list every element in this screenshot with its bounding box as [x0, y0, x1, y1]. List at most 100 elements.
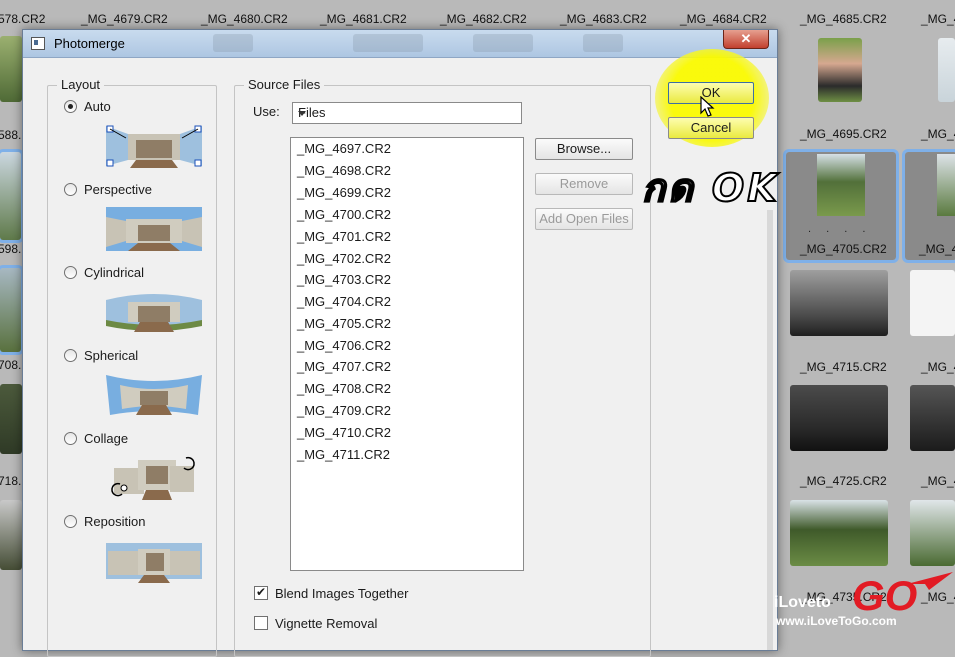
- paper-plane-icon: [907, 572, 953, 590]
- source-files-legend: Source Files: [244, 77, 325, 92]
- use-dropdown[interactable]: Files: [292, 102, 522, 124]
- thumb-label: _MG_4684.CR2: [680, 12, 767, 26]
- title-bar-reflection: [353, 34, 423, 52]
- collage-layout-preview-icon: [111, 456, 195, 500]
- thumb-label: _MG_4682.CR2: [440, 12, 527, 26]
- vignette-removal-checkbox[interactable]: Vignette Removal: [254, 614, 377, 632]
- layout-option-label: Collage: [84, 430, 129, 446]
- title-bar-reflection: [473, 34, 533, 52]
- thumb-label: _MG_4725.CR2: [800, 474, 887, 488]
- thumb-label: _MG_4: [921, 474, 955, 488]
- radio[interactable]: [64, 265, 77, 279]
- thumb-label: _MG_4681.CR2: [320, 12, 407, 26]
- window-icon: [31, 37, 45, 50]
- radio[interactable]: [64, 431, 77, 445]
- thumb-label: _MG_4683.CR2: [560, 12, 647, 26]
- cancel-button[interactable]: Cancel: [668, 117, 754, 139]
- blend-images-checkbox[interactable]: ✔ Blend Images Together: [254, 584, 408, 602]
- list-item[interactable]: _MG_4709.CR2: [297, 403, 391, 418]
- thumb-label: 598.: [0, 242, 22, 256]
- thumbnail[interactable]: [0, 36, 22, 102]
- layout-group: Layout Auto Perspective Cylindrical Sphe…: [47, 77, 217, 657]
- thumbnail[interactable]: [938, 38, 955, 102]
- thumb-label: _MG_4705.CR2: [800, 242, 887, 256]
- thumb-rating-dots: . . . .: [808, 223, 872, 235]
- watermark: iLoveto GO www.iLoveToGo.com: [772, 570, 955, 637]
- spherical-layout-preview-icon: [106, 375, 202, 415]
- thumbnail[interactable]: [0, 265, 24, 355]
- chevron-down-icon: [298, 111, 306, 116]
- annotation-text: กด OK: [641, 165, 780, 211]
- reposition-layout-preview-icon: [106, 543, 202, 583]
- thumbnail[interactable]: [910, 270, 955, 336]
- watermark-url: www.iLoveToGo.com: [776, 614, 897, 628]
- list-item[interactable]: _MG_4698.CR2: [297, 163, 391, 178]
- radio-selected[interactable]: [64, 99, 77, 113]
- browse-button[interactable]: Browse...: [535, 138, 633, 160]
- thumbnail[interactable]: [818, 38, 862, 102]
- layout-option-label: Perspective: [84, 181, 152, 197]
- list-item[interactable]: _MG_4701.CR2: [297, 229, 391, 244]
- dialog-title: Photomerge: [54, 36, 125, 51]
- thumb-label: _MG_4685.CR2: [800, 12, 887, 26]
- list-item[interactable]: _MG_4705.CR2: [297, 316, 391, 331]
- checkbox-empty[interactable]: [254, 616, 268, 630]
- thumbnail[interactable]: [0, 149, 24, 243]
- checkmark-icon[interactable]: ✔: [254, 586, 268, 600]
- layout-legend: Layout: [57, 77, 105, 92]
- list-item[interactable]: _MG_4706.CR2: [297, 338, 391, 353]
- thumbnail[interactable]: [790, 270, 888, 336]
- radio[interactable]: [64, 182, 77, 196]
- blend-images-label: Blend Images Together: [275, 585, 409, 601]
- radio[interactable]: [64, 348, 77, 362]
- layout-option-perspective[interactable]: Perspective: [64, 180, 152, 198]
- thumbnail[interactable]: [0, 384, 22, 454]
- layout-option-cylindrical[interactable]: Cylindrical: [64, 263, 144, 281]
- list-item[interactable]: _MG_4711.CR2: [297, 447, 390, 462]
- layout-option-spherical[interactable]: Spherical: [64, 346, 138, 364]
- thumbnail[interactable]: [790, 500, 888, 566]
- list-item[interactable]: _MG_4708.CR2: [297, 381, 391, 396]
- thumb-label: 708.: [0, 358, 22, 372]
- title-bar-reflection: [583, 34, 623, 52]
- thumb-label: _MG_4679.CR2: [81, 12, 168, 26]
- title-bar-reflection: [213, 34, 253, 52]
- list-item[interactable]: _MG_4704.CR2: [297, 294, 391, 309]
- close-button[interactable]: ✕: [723, 30, 769, 49]
- title-bar[interactable]: Photomerge ✕: [23, 30, 777, 58]
- thumbnail-selected[interactable]: . . . . _MG_4705.CR2: [783, 149, 899, 263]
- thumb-label: 578.CR2: [0, 12, 46, 26]
- thumb-label: 588.: [0, 128, 22, 142]
- list-item[interactable]: _MG_4700.CR2: [297, 207, 391, 222]
- remove-button[interactable]: Remove: [535, 173, 633, 195]
- layout-option-auto[interactable]: Auto: [64, 97, 111, 115]
- cylindrical-layout-preview-icon: [106, 294, 202, 332]
- list-item[interactable]: _MG_4710.CR2: [297, 425, 391, 440]
- mouse-cursor-icon: [700, 96, 715, 117]
- thumbnail[interactable]: [910, 385, 955, 451]
- thumb-label: _MG_4: [921, 127, 955, 141]
- list-item[interactable]: _MG_4702.CR2: [297, 251, 391, 266]
- layout-option-label: Cylindrical: [84, 264, 144, 280]
- list-item[interactable]: _MG_4707.CR2: [297, 359, 391, 374]
- use-label: Use:: [253, 104, 280, 119]
- thumbnail[interactable]: [910, 500, 955, 566]
- layout-option-reposition[interactable]: Reposition: [64, 512, 145, 530]
- list-item[interactable]: _MG_4703.CR2: [297, 272, 391, 287]
- thumb-label: _MG_4715.CR2: [800, 360, 887, 374]
- layout-option-label: Reposition: [84, 513, 146, 529]
- layout-option-label: Spherical: [84, 347, 139, 363]
- thumbnail-selected[interactable]: _MG_4: [902, 149, 955, 263]
- thumb-label: _MG_4: [921, 12, 955, 26]
- thumbnail[interactable]: [790, 385, 888, 451]
- layout-option-collage[interactable]: Collage: [64, 429, 128, 447]
- source-files-list[interactable]: _MG_4697.CR2 _MG_4698.CR2 _MG_4699.CR2 _…: [290, 137, 524, 571]
- list-item[interactable]: _MG_4697.CR2: [297, 141, 391, 156]
- watermark-brand: iLoveto: [774, 594, 831, 611]
- add-open-files-button[interactable]: Add Open Files: [535, 208, 633, 230]
- thumb-label: _MG_4: [921, 360, 955, 374]
- perspective-layout-preview-icon: [106, 207, 202, 251]
- list-item[interactable]: _MG_4699.CR2: [297, 185, 391, 200]
- thumbnail[interactable]: [0, 500, 22, 570]
- radio[interactable]: [64, 514, 77, 528]
